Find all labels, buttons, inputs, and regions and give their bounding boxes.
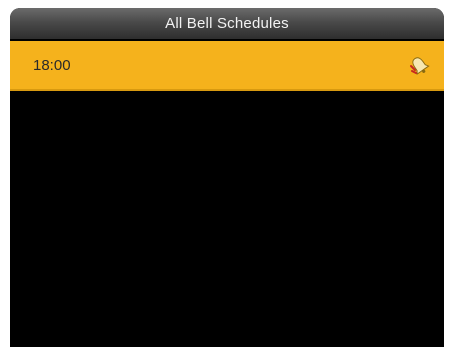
screen-title: All Bell Schedules <box>10 8 444 39</box>
bell-schedule-item[interactable]: 18:00 <box>10 41 444 91</box>
bell-icon <box>408 54 432 78</box>
bell-schedule-time: 18:00 <box>33 57 71 74</box>
bell-schedule-list: 18:00 <box>10 39 444 347</box>
device-screen: All Bell Schedules 18:00 <box>10 8 444 347</box>
